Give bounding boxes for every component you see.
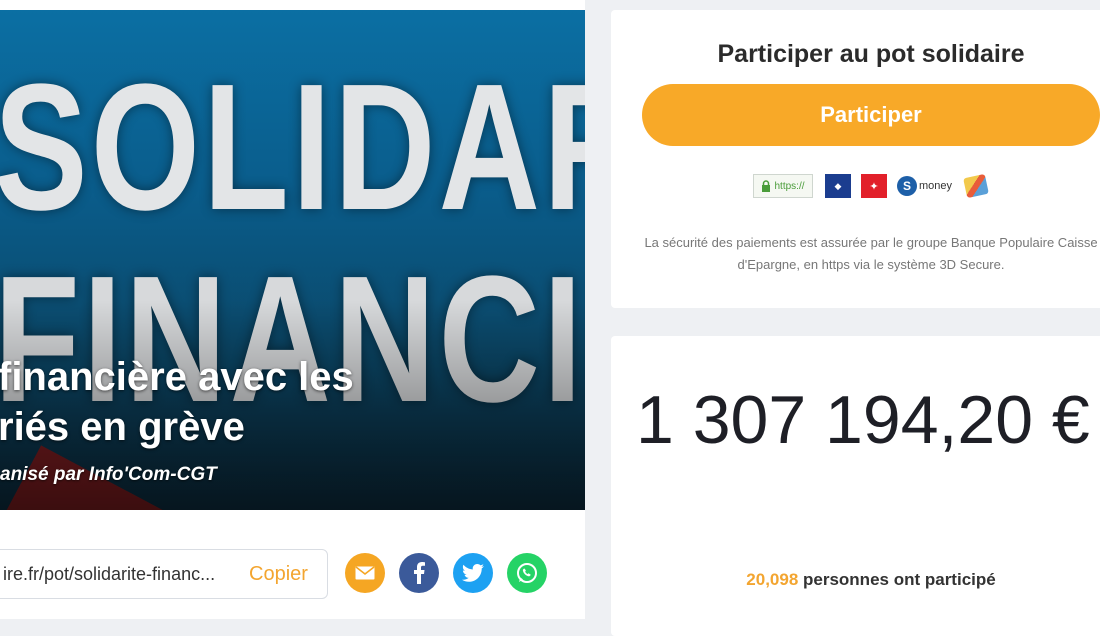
share-url-text: ire.fr/pot/solidarite-financ...: [3, 564, 216, 584]
participate-card-title: Participer au pot solidaire: [717, 40, 1025, 68]
left-column: SOLIDARITÉ FINANCIÈRE financière avec le…: [0, 0, 585, 619]
participant-label: personnes ont participé: [798, 570, 996, 589]
share-row: ire.fr/pot/solidarite-financ... Copier: [0, 549, 585, 601]
pot-organizer: anisé par Info'Com-CGT: [0, 464, 217, 485]
https-lock-icon: https://: [753, 174, 813, 198]
smoney-logo-icon: S money: [897, 174, 957, 198]
participants-summary: 20,098 personnes ont participé: [611, 570, 1100, 590]
smoney-label: money: [919, 180, 953, 192]
hero-banner: SOLIDARITÉ FINANCIÈRE financière avec le…: [0, 10, 585, 510]
copy-link-button[interactable]: Copier: [249, 563, 308, 586]
pot-title-line-1: financière avec les: [0, 355, 354, 399]
caisse-epargne-logo-icon: ✦: [861, 174, 887, 198]
facebook-icon[interactable]: [399, 553, 439, 593]
payment-cards-icon: [963, 173, 989, 199]
collected-amount: 1 307 194,20 €: [636, 382, 1090, 458]
https-badge-label: https://: [774, 180, 805, 192]
payment-security-text: La sécurité des paiements est assurée pa…: [644, 235, 1098, 272]
twitter-icon[interactable]: [453, 553, 493, 593]
hero-background-word-1: SOLIDARITÉ: [0, 47, 585, 248]
pot-title: financière avec les riés en grève: [0, 352, 558, 452]
pot-title-line-2: riés en grève: [0, 405, 245, 449]
participate-card: Participer au pot solidaire Participer h…: [611, 10, 1100, 308]
share-url-field[interactable]: ire.fr/pot/solidarite-financ... Copier: [0, 549, 328, 599]
payment-security-badges: https:// ◆ ✦ S money: [753, 173, 993, 200]
participant-count: 20,098: [746, 570, 799, 589]
whatsapp-icon[interactable]: [507, 553, 547, 593]
banque-populaire-logo-icon: ◆: [825, 174, 851, 198]
stats-card: 1 307 194,20 € 20,098 personnes ont part…: [611, 336, 1100, 636]
participate-button[interactable]: Participer: [642, 84, 1100, 146]
mail-icon[interactable]: [345, 553, 385, 593]
